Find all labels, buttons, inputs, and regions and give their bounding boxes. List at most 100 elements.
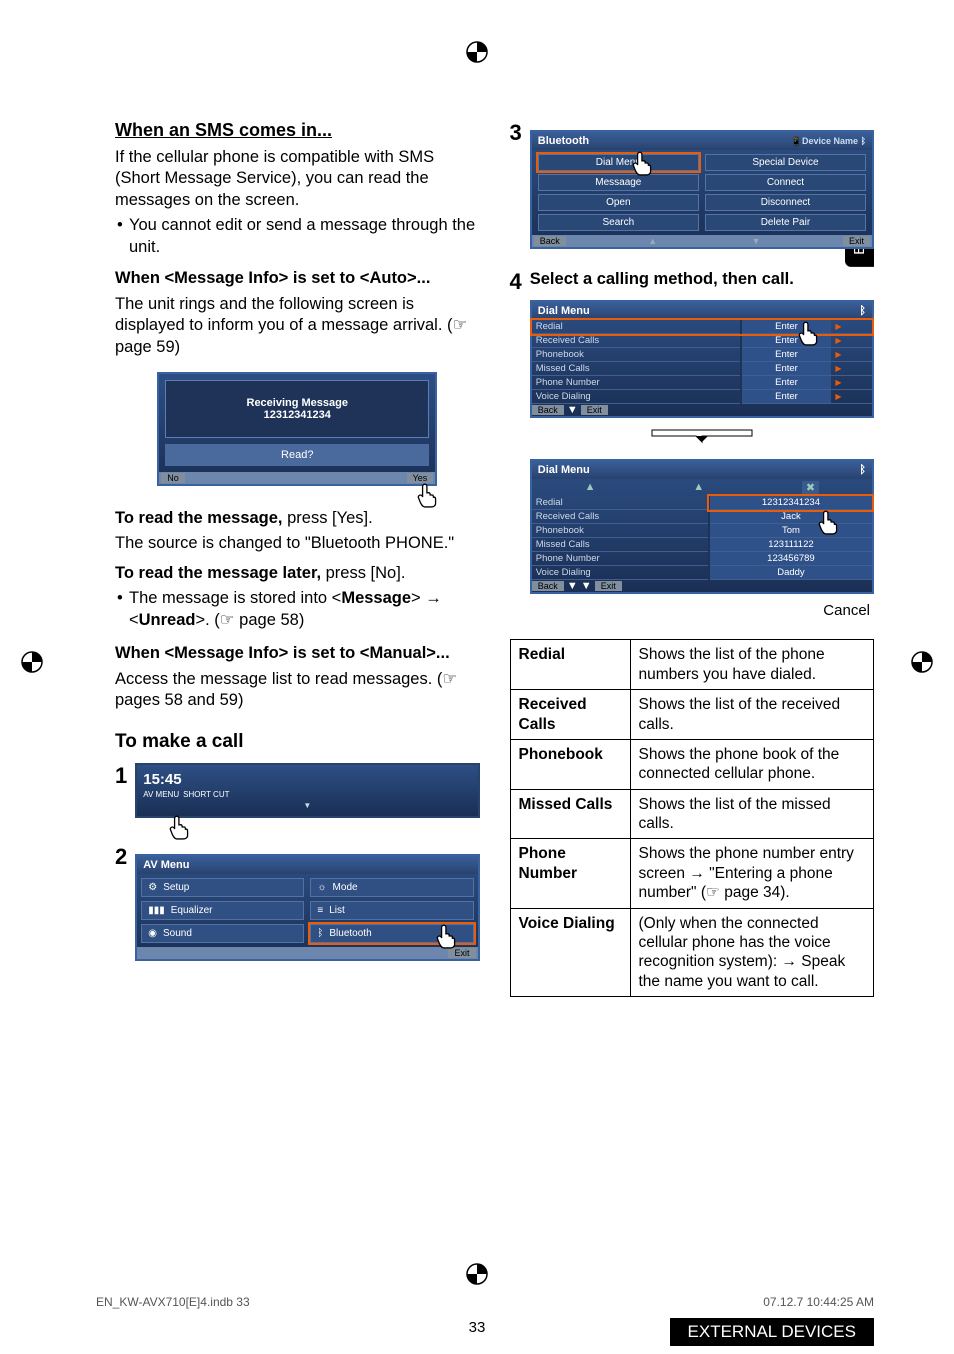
sms-manual-heading: When <Message Info> is set to <Manual>..… [115, 644, 450, 662]
bt-message[interactable]: Messaage [538, 174, 699, 191]
fig-read-button[interactable]: Read? [165, 444, 429, 466]
fig-msg-line1: Receiving Message [174, 397, 420, 409]
step-2-number: 2 [115, 844, 127, 870]
dm-phonebook[interactable]: Phonebook [532, 348, 741, 362]
dm2-val-0[interactable]: 12312341234 [709, 496, 872, 510]
bt-exit-button[interactable]: Exit [843, 236, 870, 246]
bt-search[interactable]: Search [538, 214, 699, 231]
fig-time: 15:45 [143, 771, 471, 788]
sms-bullet-no-edit: You cannot edit or send a message throug… [115, 215, 480, 258]
down-arrow-icon[interactable]: ▼ [740, 236, 773, 246]
bluetooth-icon: ᛒ [317, 928, 323, 939]
dm-enter-4[interactable]: Enter [741, 376, 832, 390]
dm2-back-button[interactable]: Back [532, 581, 564, 591]
av-sound[interactable]: ◉Sound [141, 924, 304, 943]
bt-open[interactable]: Open [538, 194, 699, 211]
table-row: Received CallsShows the list of the rece… [510, 690, 874, 740]
pointer-hand-icon [415, 482, 441, 508]
bt-disconnect[interactable]: Disconnect [705, 194, 866, 211]
av-mode[interactable]: ☼Mode [310, 878, 473, 897]
dm-phonenum[interactable]: Phone Number [532, 376, 741, 390]
dm-enter-3[interactable]: Enter [741, 362, 832, 376]
bt-back-button[interactable]: Back [534, 236, 566, 246]
play-icon[interactable]: ▶ [831, 390, 872, 404]
read-later-action: press [No]. [326, 564, 406, 582]
method-redial: Redial [510, 640, 630, 690]
up-arrow-icon[interactable]: ▲ [636, 236, 669, 246]
left-column: When an SMS comes in... If the cellular … [115, 120, 480, 1254]
av-setup[interactable]: ⚙Setup [141, 878, 304, 897]
dm-exit-button[interactable]: Exit [581, 405, 608, 415]
av-equalizer[interactable]: ▮▮▮Equalizer [141, 901, 304, 920]
bt-dial-menu[interactable]: Dial Menu [538, 154, 699, 171]
av-sound-label: Sound [163, 928, 192, 939]
down-arrow-icon[interactable]: ▼ [567, 580, 578, 592]
sms-intro: If the cellular phone is compatible with… [115, 147, 480, 211]
dm2-title: Dial Menu [538, 464, 590, 476]
dm2-received[interactable]: Received Calls [532, 510, 709, 524]
table-row: PhonebookShows the phone book of the con… [510, 739, 874, 789]
bt-special-device[interactable]: Special Device [705, 154, 866, 171]
method-phonebook: Phonebook [510, 739, 630, 789]
dm-enter-5[interactable]: Enter [741, 390, 832, 404]
dm2-missed[interactable]: Missed Calls [532, 538, 709, 552]
bt-connect[interactable]: Connect [705, 174, 866, 191]
av-eq-label: Equalizer [171, 905, 213, 916]
dm2-val-2[interactable]: Tom [709, 524, 872, 538]
down-arrow-icon[interactable]: ▼ [567, 404, 578, 416]
dm-back-button[interactable]: Back [532, 405, 564, 415]
play-icon[interactable]: ▶ [831, 320, 872, 334]
phone-icon: 📱 [791, 136, 802, 146]
bt-delete-pair[interactable]: Delete Pair [705, 214, 866, 231]
dm2-phonenum[interactable]: Phone Number [532, 552, 709, 566]
dm2-exit-button[interactable]: Exit [595, 581, 622, 591]
gear-icon: ⚙ [148, 882, 157, 893]
read-msg-label: To read the message, [115, 509, 287, 527]
dm-missed[interactable]: Missed Calls [532, 362, 741, 376]
up-arrow-icon[interactable]: ▲ [585, 481, 596, 494]
dm2-phonebook[interactable]: Phonebook [532, 524, 709, 538]
dm-received[interactable]: Received Calls [532, 334, 741, 348]
shortcut-icon[interactable]: SHORT CUT [183, 790, 229, 799]
bt-title: Bluetooth [538, 135, 589, 147]
dm-redial[interactable]: Redial [532, 320, 741, 334]
av-exit-button[interactable]: Exit [448, 948, 475, 958]
play-icon[interactable]: ▶ [831, 348, 872, 362]
play-icon[interactable]: ▶ [831, 334, 872, 348]
dm2-val-5[interactable]: Daddy [709, 566, 872, 580]
section-label: EXTERNAL DEVICES [670, 1318, 874, 1346]
pointer-hand-icon [796, 320, 822, 346]
dm2-redial[interactable]: Redial [532, 496, 709, 510]
pointer-hand-icon [630, 150, 656, 176]
fig-dial-menu-values: Dial Menu ᛒ ▲ ▲ ✖ Redial12312341234 Receiv… [530, 459, 874, 594]
fig-dial-menu-enter: Dial Menuᛒ RedialEnter▶ Received CallsEn… [530, 300, 874, 418]
dm2-val-1[interactable]: Jack [709, 510, 872, 524]
av-menu-icon[interactable]: AV MENU [143, 790, 179, 799]
fig-no-button[interactable]: No [161, 473, 185, 483]
down-arrow-icon[interactable]: ▼ [581, 580, 592, 592]
dm2-val-4[interactable]: 123456789 [709, 552, 872, 566]
make-call-heading: To make a call [115, 731, 480, 753]
fig-bluetooth-menu: Bluetooth 📱Device Name ᛒ Dial Menu Speci… [530, 130, 874, 249]
footer-timestamp: 07.12.7 10:44:25 AM [763, 1295, 874, 1309]
page-number: 33 [469, 1319, 486, 1336]
av-list[interactable]: ≡List [310, 901, 473, 920]
dm2-voice[interactable]: Voice Dialing [532, 566, 709, 580]
method-phonenumber-desc: Shows the phone number entry screen → "E… [630, 839, 874, 908]
dm-title: Dial Menu [538, 305, 590, 317]
dm-enter-2[interactable]: Enter [741, 348, 832, 362]
av-menu-title: AV Menu [143, 859, 189, 871]
bluetooth-icon: ᛒ [859, 464, 866, 476]
down-triangle-icon: ▼ [143, 801, 471, 810]
dm2-val-3[interactable]: 123111122 [709, 538, 872, 552]
method-received-desc: Shows the list of the received calls. [630, 690, 874, 740]
close-icon[interactable]: ✖ [802, 481, 819, 494]
fig-home-screen: 15:45 AV MENU SHORT CUT ▼ [135, 763, 479, 818]
pointer-hand-icon [167, 814, 193, 840]
up-arrow-icon[interactable]: ▲ [693, 481, 704, 494]
play-icon[interactable]: ▶ [831, 362, 872, 376]
dm-voice[interactable]: Voice Dialing [532, 390, 741, 404]
registration-mark-left [20, 650, 44, 679]
table-row: Missed CallsShows the list of the missed… [510, 789, 874, 839]
play-icon[interactable]: ▶ [831, 376, 872, 390]
